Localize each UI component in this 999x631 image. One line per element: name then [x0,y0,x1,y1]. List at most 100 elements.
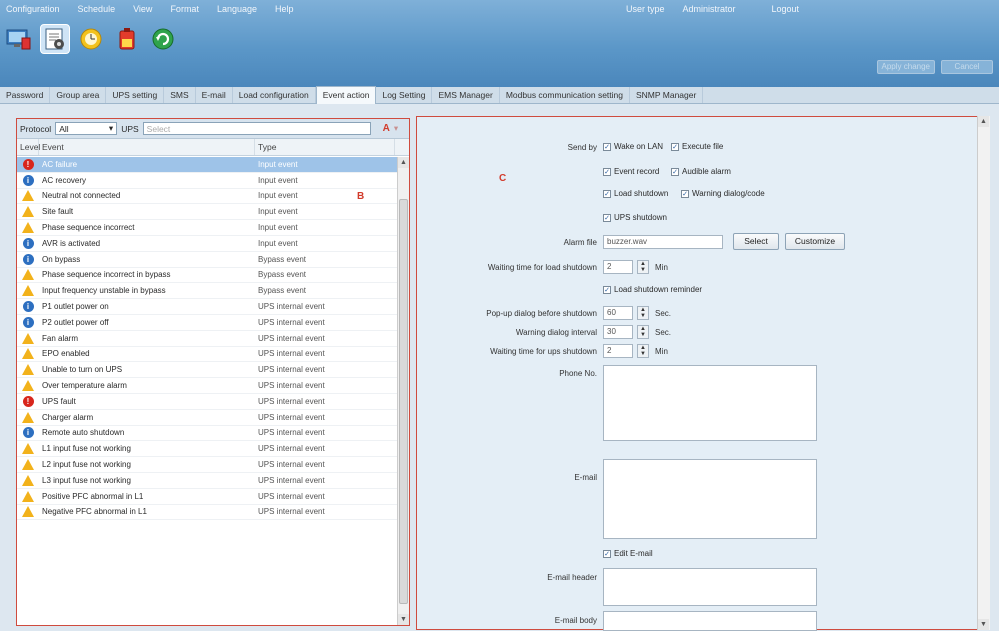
level-cell: i [17,237,39,249]
warning-dialog-checkbox[interactable]: ✓ Warning dialog/code [681,189,765,198]
scroll-up-icon[interactable]: ▲ [978,116,989,127]
table-row[interactable]: i P2 outlet power off UPS internal event [17,315,397,331]
table-row[interactable]: L2 input fuse not working UPS internal ev… [17,457,397,473]
table-row[interactable]: Phase sequence incorrect Input event [17,220,397,236]
popup-input[interactable]: 60 [603,306,633,320]
table-row[interactable]: ! UPS fault UPS internal event [17,394,397,410]
col-event[interactable]: Event [39,139,255,155]
tab-ems-manager[interactable]: EMS Manager [432,87,500,103]
table-row[interactable]: Positive PFC abnormal in L1 UPS internal … [17,489,397,505]
load-reminder-checkbox[interactable]: ✓ Load shutdown reminder [603,285,702,294]
col-level[interactable]: Level [17,139,40,155]
grid-header: Level Event Type [17,139,409,156]
wake-on-lan-checkbox[interactable]: ✓ Wake on LAN [603,142,663,151]
tab-log-setting[interactable]: Log Setting [376,87,433,103]
customize-button[interactable]: Customize [785,233,845,250]
edit-email-checkbox[interactable]: ✓ Edit E-mail [603,549,653,558]
audible-alarm-checkbox[interactable]: ✓ Audible alarm [671,167,731,176]
protocol-select[interactable]: All ▾ [55,122,118,135]
popup-stepper[interactable]: ▲ ▼ [637,306,649,320]
scroll-down-icon[interactable]: ▼ [978,619,989,630]
type-cell: UPS internal event [258,507,325,517]
menu-help[interactable]: Help [275,4,294,14]
check-icon: ✓ [603,213,611,222]
cancel-button[interactable]: Cancel [941,60,993,74]
action-pane-scrollbar[interactable]: ▲ ▼ [977,116,990,630]
table-row[interactable]: Input frequency unstable in bypass Bypass… [17,283,397,300]
table-row[interactable]: i AVR is activated Input event [17,236,397,252]
table-row[interactable]: Over temperature alarm UPS internal event [17,378,397,394]
table-row[interactable]: Neutral not connected Input event [17,189,397,205]
tab-password[interactable]: Password [0,87,51,103]
event-record-checkbox[interactable]: ✓ Event record [603,167,659,176]
phone-textarea[interactable] [603,365,817,441]
chevron-down-icon: ▾ [108,123,114,133]
table-row[interactable]: Negative PFC abnormal in L1 UPS internal … [17,505,397,521]
event-cell: UPS fault [42,396,76,406]
menu-configuration[interactable]: Configuration [6,4,60,14]
tab-ups-setting[interactable]: UPS setting [106,87,165,103]
menu-view[interactable]: View [133,4,152,14]
menu-language[interactable]: Language [217,4,257,14]
table-row[interactable]: Charger alarm UPS internal event [17,410,397,426]
refresh-tool-button[interactable] [148,24,178,54]
scrollbar-thumb[interactable] [399,199,408,604]
schedule-tool-button[interactable] [76,24,106,54]
wait-ups-stepper[interactable]: ▲ ▼ [637,344,649,358]
protocol-value: All [59,123,69,134]
type-cell: Input event [258,175,298,185]
tab-group-area[interactable]: Group area [50,87,107,103]
tab-sms[interactable]: SMS [164,87,196,103]
tab-event-action[interactable]: Event action [315,86,377,104]
table-row[interactable]: i P1 outlet power on UPS internal event [17,299,397,315]
table-row[interactable]: Unable to turn on UPS UPS internal event [17,362,397,379]
table-row[interactable]: Fan alarm UPS internal event [17,331,397,347]
alarm-file-input[interactable]: buzzer.wav [603,235,723,249]
table-row[interactable]: EPO enabled UPS internal event [17,347,397,363]
ups-select[interactable]: Select [142,122,371,135]
table-row[interactable]: L3 input fuse not working UPS internal ev… [17,473,397,489]
col-type[interactable]: Type [255,139,395,155]
wait-load-stepper[interactable]: ▲ ▼ [637,260,649,274]
monitor-tool-button[interactable] [4,24,34,54]
table-row[interactable]: L1 input fuse not working UPS internal ev… [17,441,397,458]
tab-modbus-setting[interactable]: Modbus communication setting [500,87,630,103]
chevron-down-icon[interactable]: ▾ [394,123,398,134]
table-row[interactable]: Site fault Input event [17,204,397,221]
execute-file-checkbox[interactable]: ✓ Execute file [671,142,723,151]
table-row[interactable]: i AC recovery Input event [17,173,397,189]
tab-snmp-manager[interactable]: SNMP Manager [630,87,704,103]
email-textarea[interactable] [603,459,817,539]
scroll-up-icon[interactable]: ▲ [398,157,409,168]
table-row[interactable]: i On bypass Bypass event [17,252,397,268]
type-cell: Bypass event [258,286,307,296]
type-cell: Input event [258,207,298,217]
table-row[interactable]: ! AC failure Input event [17,157,397,173]
annotation-b: B [357,191,365,202]
wait-load-label: Waiting time for load shutdown [487,263,597,272]
ups-shutdown-checkbox[interactable]: ✓ UPS shutdown [603,213,667,222]
wait-load-input[interactable]: 2 [603,260,633,274]
wait-ups-input[interactable]: 2 [603,344,633,358]
error-icon: ! [22,395,34,407]
table-row[interactable]: i Remote auto shutdown UPS internal event [17,426,397,442]
scroll-down-icon[interactable]: ▼ [398,614,409,625]
type-cell: UPS internal event [258,428,325,438]
battery-tool-button[interactable] [112,24,142,54]
warn-interval-stepper[interactable]: ▲ ▼ [637,325,649,339]
select-button[interactable]: Select [733,233,779,250]
logout-link[interactable]: Logout [772,4,800,14]
table-row[interactable]: Phase sequence incorrect in bypass Bypass… [17,268,397,284]
menu-format[interactable]: Format [170,4,199,14]
event-grid-scrollbar[interactable]: ▲ ▼ [397,157,409,625]
config-tool-button[interactable] [40,24,70,54]
warning-icon [22,459,34,471]
warn-interval-input[interactable]: 30 [603,325,633,339]
menu-schedule[interactable]: Schedule [78,4,116,14]
load-shutdown-checkbox[interactable]: ✓ Load shutdown [603,189,668,198]
tab-email[interactable]: E-mail [196,87,233,103]
tab-load-configuration[interactable]: Load configuration [233,87,316,103]
email-header-textarea[interactable] [603,568,817,606]
apply-change-button[interactable]: Apply change [876,60,935,74]
email-body-textarea[interactable] [603,611,817,631]
